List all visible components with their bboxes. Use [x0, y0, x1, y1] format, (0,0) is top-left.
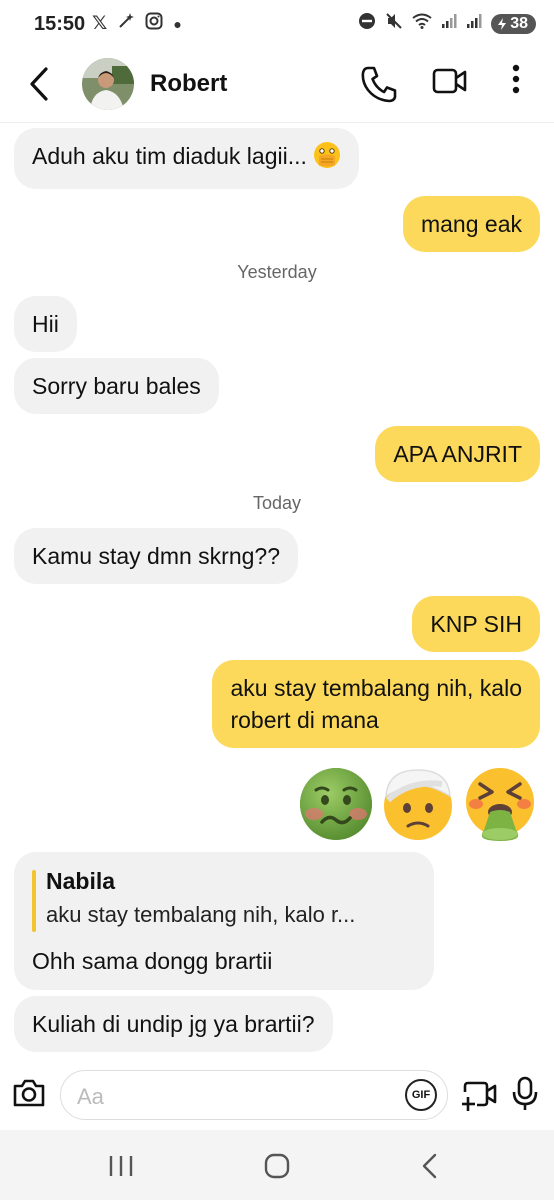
message-text-line: aku stay tembalang nih, kalo [230, 675, 522, 701]
avatar[interactable] [82, 58, 134, 110]
reply-quoted-text: aku stay tembalang nih, kalo r... [46, 902, 356, 927]
message-composer: Aa GIF [0, 1062, 554, 1130]
message-text: KNP SIH [430, 611, 522, 637]
date-separator: Yesterday [237, 262, 317, 282]
message-bubble[interactable]: Kuliah di undip jg ya brartii? [14, 996, 333, 1052]
reply-sender-name: Nabila [46, 868, 116, 894]
dot-icon: ● [173, 15, 182, 32]
status-time: 15:50 [34, 13, 86, 35]
system-nav-bar [0, 1130, 554, 1200]
message-text: APA ANJRIT [393, 441, 522, 467]
message-text: Kamu stay dmn skrng?? [32, 543, 281, 569]
battery-level: 38 [510, 14, 528, 32]
message-bubble[interactable]: Kamu stay dmn skrng?? [14, 528, 299, 584]
date-separator: Today [252, 493, 302, 513]
video-clip-icon[interactable] [461, 1080, 498, 1117]
recent-apps-icon[interactable] [108, 1154, 134, 1183]
magic-wand-icon [117, 12, 135, 35]
camera-icon[interactable] [12, 1078, 46, 1113]
message-input-placeholder: Aa [77, 1084, 104, 1109]
message-bubble[interactable]: mang eak [402, 196, 540, 252]
home-icon[interactable] [263, 1152, 291, 1185]
do-not-disturb-icon [358, 12, 376, 35]
message-bubble[interactable]: Aduh aku tim diaduk lagii... [14, 128, 360, 189]
message-text: mang eak [420, 211, 522, 237]
reply-quote-bar [32, 870, 36, 932]
instagram-icon [145, 12, 163, 35]
chat-header: Robert [0, 52, 554, 123]
back-icon[interactable] [420, 1152, 440, 1185]
signal-icon [441, 13, 457, 34]
message-text: Sorry baru bales [32, 373, 201, 399]
message-text-line: robert di mana [230, 707, 379, 733]
back-icon[interactable] [26, 66, 52, 107]
face-with-head-bandage-icon [384, 769, 452, 840]
message-bubble[interactable]: KNP SIH [412, 596, 540, 652]
message-text: Kuliah di undip jg ya brartii? [32, 1011, 315, 1037]
face-vomiting-icon [466, 768, 534, 841]
face-with-open-eyes-and-hand-over-mouth-icon [313, 141, 341, 177]
mic-icon[interactable] [512, 1076, 538, 1117]
x-icon: 𝕏 [92, 13, 108, 34]
message-text: Ohh sama dongg brartii [32, 948, 273, 974]
message-text: Aduh aku tim diaduk lagii... [32, 143, 307, 169]
more-icon[interactable] [510, 62, 522, 103]
message-bubble[interactable]: Sorry baru bales [14, 358, 219, 414]
message-bubble[interactable]: aku stay tembalang nih, kalo robert di m… [212, 660, 540, 748]
nauseated-face-icon [300, 768, 372, 840]
phone-icon[interactable] [360, 64, 398, 109]
message-text: Hii [32, 311, 59, 337]
wifi-icon [412, 13, 432, 34]
battery-icon: 38 [491, 13, 536, 34]
emoji-message[interactable] [298, 766, 538, 842]
status-bar: 15:50 𝕏 ● 38 [0, 0, 554, 52]
message-bubble[interactable]: APA ANJRIT [375, 426, 540, 482]
signal-icon [466, 13, 482, 34]
contact-name[interactable]: Robert [150, 70, 227, 98]
reply-message-bubble[interactable]: Nabila aku stay tembalang nih, kalo r...… [14, 852, 434, 990]
gif-icon[interactable]: GIF [405, 1079, 437, 1111]
message-bubble[interactable]: Hii [14, 296, 77, 352]
video-call-icon[interactable] [432, 66, 468, 101]
mute-icon [385, 12, 403, 35]
message-input[interactable]: Aa GIF [60, 1070, 448, 1120]
